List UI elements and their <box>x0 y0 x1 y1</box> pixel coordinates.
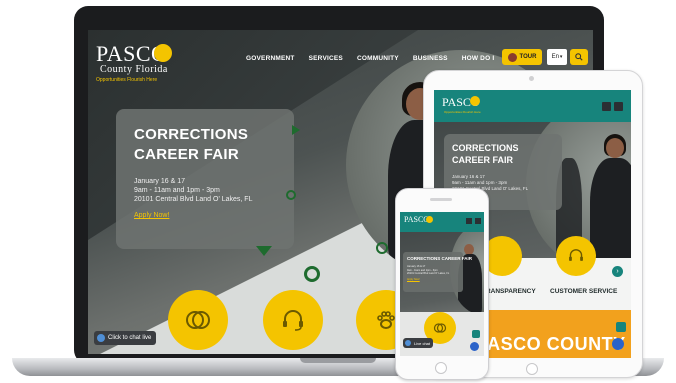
chevron-down-icon: ▾ <box>559 54 563 60</box>
headset-icon <box>283 310 303 331</box>
arrow-right-icon: › <box>616 268 619 275</box>
main-nav: GOVERNMENT SERVICES COMMUNITY BUSINESS H… <box>246 55 494 62</box>
tour-label: TOUR <box>519 54 537 60</box>
event-dates: January 16 & 17 <box>134 178 185 185</box>
transparency-tile[interactable] <box>168 290 228 350</box>
logo-sun-icon <box>154 44 172 62</box>
chat-icon <box>405 340 411 346</box>
pasco-logo[interactable]: PASCO County Florida Opportunities Flour… <box>96 41 196 84</box>
phone-screen: PASCO CORRECTIONS CAREER FAIR January 16… <box>400 212 484 356</box>
nav-item-community[interactable]: COMMUNITY <box>357 55 399 62</box>
event-address: 20101 Central Blvd Land O' Lakes, FL <box>134 196 253 203</box>
officer-face <box>606 138 624 158</box>
apply-now-link[interactable]: Apply Now! <box>407 278 459 282</box>
event-card: CORRECTIONS CAREER FAIR January 16 & 17 … <box>116 109 294 249</box>
event-times: 9am - 11am and 1pm - 3pm <box>134 187 220 194</box>
tile-label-customer-service: CUSTOMER SERVICE <box>550 288 618 295</box>
apply-now-link[interactable]: Apply Now! <box>134 212 169 219</box>
decor-ring <box>376 242 388 254</box>
search-button[interactable] <box>466 218 472 224</box>
accessibility-icon[interactable] <box>612 338 624 350</box>
accessibility-icon[interactable] <box>470 342 479 351</box>
nav-item-business[interactable]: BUSINESS <box>413 55 448 62</box>
tile-label-transparency: TRANSPARENCY <box>482 288 536 295</box>
event-title: CORRECTIONS CAREER FAIR <box>407 256 473 261</box>
tour-icon <box>507 52 517 62</box>
event-address: 20101 Central Blvd Land O' Lakes, FL <box>407 272 450 275</box>
transparency-icon <box>186 311 210 329</box>
transparency-icon <box>433 323 447 333</box>
decor-ring <box>286 190 296 200</box>
logo-sun-icon <box>426 216 433 223</box>
chat-label: Live chat <box>414 340 431 346</box>
logo-tagline: Opportunities Flourish Here <box>444 110 481 114</box>
nav-item-government[interactable]: GOVERNMENT <box>246 55 295 62</box>
menu-button[interactable] <box>614 102 623 111</box>
logo-wordmark: PASCO <box>96 41 168 66</box>
device-mockup-stage: PASCO County Florida Opportunities Flour… <box>0 0 676 383</box>
search-icon <box>575 53 583 61</box>
event-title: CORRECTIONS CAREER FAIR <box>134 126 249 163</box>
logo-subtitle: County Florida <box>100 64 168 75</box>
customer-service-tile[interactable] <box>556 236 596 276</box>
share-button[interactable] <box>616 322 626 332</box>
chat-label: Click to chat live <box>108 335 152 341</box>
county-banner-text: PASCO COUNTY <box>476 334 626 354</box>
logo-sun-icon <box>470 96 480 106</box>
language-value: En <box>551 54 559 60</box>
event-card: CORRECTIONS CAREER FAIR January 16 & 17 … <box>403 252 473 292</box>
language-select[interactable]: En ▾ <box>547 49 567 65</box>
carousel-next-button[interactable]: › <box>612 266 623 277</box>
event-title: CORRECTIONS CAREER FAIR <box>452 143 519 165</box>
nav-item-services[interactable]: SERVICES <box>309 55 343 62</box>
phone-header: PASCO <box>400 212 484 232</box>
live-chat-button[interactable]: Live chat <box>403 338 434 348</box>
share-button[interactable] <box>472 330 480 338</box>
tour-button[interactable]: TOUR <box>502 49 542 65</box>
tablet-header: PASCO Opportunities Flourish Here <box>434 90 631 122</box>
decor-triangle <box>256 246 272 256</box>
nav-item-how-do-i[interactable]: HOW DO I <box>462 55 495 62</box>
search-button[interactable] <box>570 49 588 65</box>
phone-speaker <box>430 198 452 201</box>
customer-service-tile[interactable] <box>263 290 323 350</box>
live-chat-button[interactable]: Click to chat live <box>94 331 157 345</box>
phone-home-button <box>435 362 447 374</box>
search-button[interactable] <box>602 102 611 111</box>
officer-body <box>590 158 631 268</box>
tablet-camera <box>529 76 534 81</box>
tablet-home-button <box>526 363 538 375</box>
menu-button[interactable] <box>475 218 481 224</box>
decor-ring <box>304 266 320 282</box>
chat-icon <box>97 334 105 342</box>
headset-icon <box>569 249 583 261</box>
laptop-notch <box>300 358 376 363</box>
logo-tagline: Opportunities Flourish Here <box>96 77 158 83</box>
decor-triangle <box>292 125 300 135</box>
